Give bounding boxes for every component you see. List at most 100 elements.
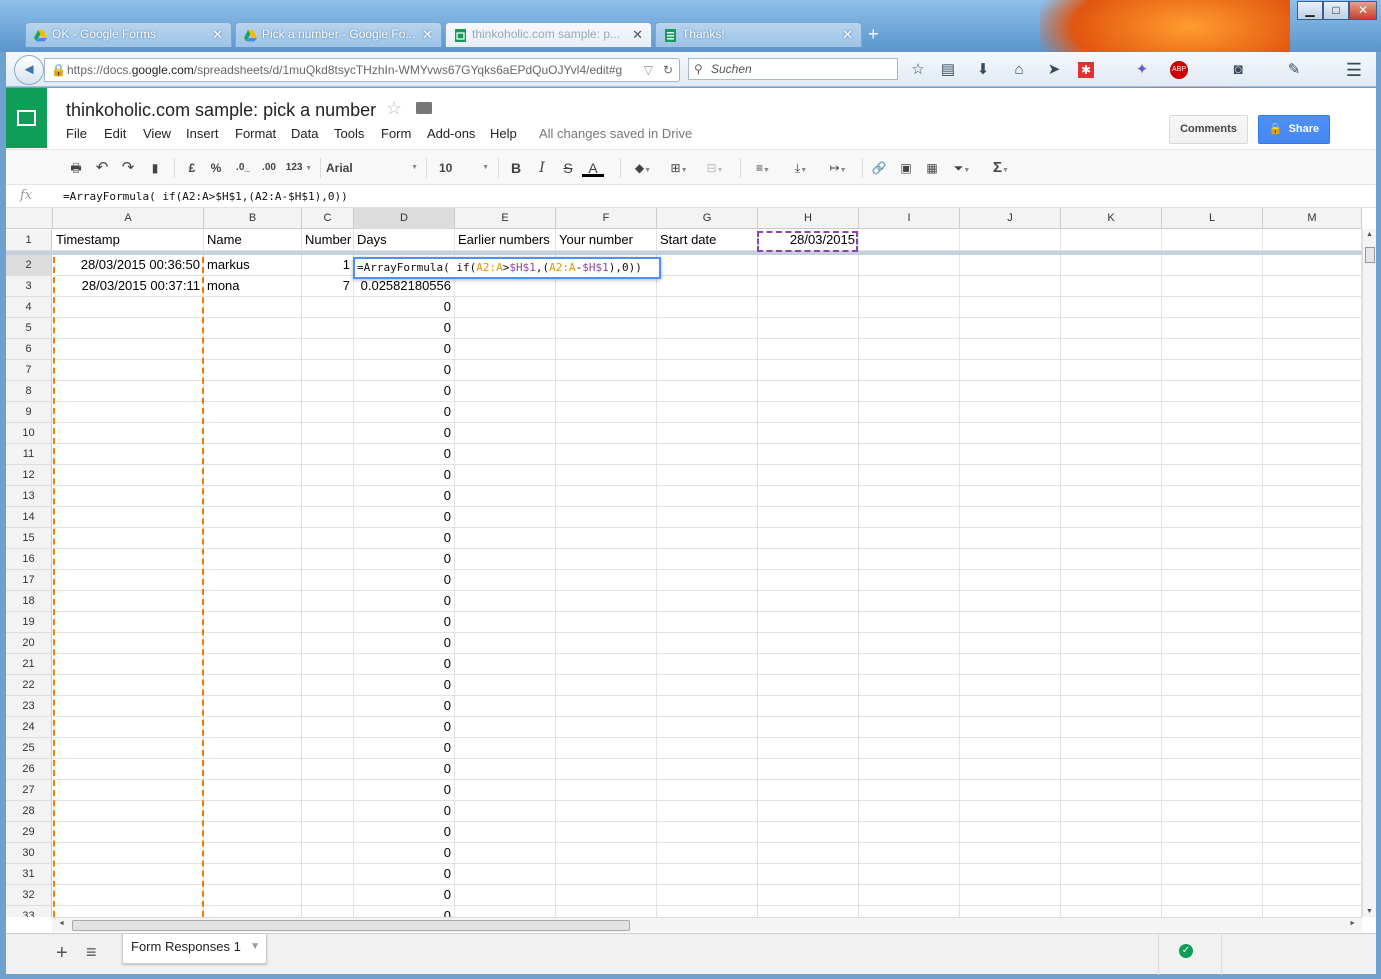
cell-c20[interactable]: [302, 633, 354, 654]
percent-format-button[interactable]: %: [206, 159, 226, 177]
row-header-7[interactable]: 7: [6, 360, 52, 381]
cell-d29[interactable]: 0: [354, 822, 455, 843]
cell-d31[interactable]: 0: [354, 864, 455, 885]
menu-insert[interactable]: Insert: [186, 126, 219, 141]
cell-j1[interactable]: [960, 230, 1061, 251]
close-icon[interactable]: ✕: [212, 23, 223, 46]
cell-g12[interactable]: [657, 465, 758, 486]
cell-f7[interactable]: [556, 360, 657, 381]
cell-k32[interactable]: [1061, 885, 1162, 906]
cell-m5[interactable]: [1263, 318, 1362, 339]
cell-editor[interactable]: =ArrayFormula( if(A2:A>$H$1,(A2:A-$H$1),…: [353, 257, 661, 279]
bookmark-star-icon[interactable]: ☆: [908, 60, 928, 80]
cell-d4[interactable]: 0: [354, 297, 455, 318]
cell-h10[interactable]: [758, 423, 859, 444]
column-header-j[interactable]: J: [960, 208, 1061, 229]
pocket-icon[interactable]: ▽: [644, 59, 653, 81]
cell-d15[interactable]: 0: [354, 528, 455, 549]
cell-m11[interactable]: [1263, 444, 1362, 465]
cell-f31[interactable]: [556, 864, 657, 885]
cell-g18[interactable]: [657, 591, 758, 612]
cell-l3[interactable]: [1162, 276, 1263, 297]
cell-m10[interactable]: [1263, 423, 1362, 444]
cell-l1[interactable]: [1162, 230, 1263, 251]
cell-j33[interactable]: [960, 906, 1061, 917]
cell-m18[interactable]: [1263, 591, 1362, 612]
cell-e1[interactable]: Earlier numbers: [455, 230, 556, 251]
cell-i12[interactable]: [859, 465, 960, 486]
cell-e5[interactable]: [455, 318, 556, 339]
sheets-logo[interactable]: [6, 88, 47, 148]
cell-g25[interactable]: [657, 738, 758, 759]
frozen-row-divider[interactable]: [6, 251, 1362, 255]
cell-j13[interactable]: [960, 486, 1061, 507]
cell-f11[interactable]: [556, 444, 657, 465]
star-icon[interactable]: ☆: [386, 98, 402, 119]
cell-e21[interactable]: [455, 654, 556, 675]
cell-l9[interactable]: [1162, 402, 1263, 423]
cell-b22[interactable]: [204, 675, 302, 696]
cell-f22[interactable]: [556, 675, 657, 696]
cell-k7[interactable]: [1061, 360, 1162, 381]
share-button[interactable]: 🔒 Share: [1258, 115, 1330, 144]
column-header-h[interactable]: H: [758, 208, 859, 229]
cell-f24[interactable]: [556, 717, 657, 738]
cell-j17[interactable]: [960, 570, 1061, 591]
row-header-29[interactable]: 29: [6, 822, 52, 843]
pocket-save-icon[interactable]: ◙: [1228, 60, 1248, 80]
cell-j4[interactable]: [960, 297, 1061, 318]
cell-l11[interactable]: [1162, 444, 1263, 465]
cell-k17[interactable]: [1061, 570, 1162, 591]
cell-c2[interactable]: 1: [302, 255, 354, 276]
column-header-m[interactable]: M: [1263, 208, 1362, 229]
column-header-f[interactable]: F: [556, 208, 657, 229]
cell-d25[interactable]: 0: [354, 738, 455, 759]
cell-g11[interactable]: [657, 444, 758, 465]
insert-comment-icon[interactable]: ▣: [896, 159, 916, 177]
row-header-8[interactable]: 8: [6, 381, 52, 402]
cell-j9[interactable]: [960, 402, 1061, 423]
cell-h18[interactable]: [758, 591, 859, 612]
cell-k28[interactable]: [1061, 801, 1162, 822]
cell-h15[interactable]: [758, 528, 859, 549]
cell-j26[interactable]: [960, 759, 1061, 780]
currency-format-button[interactable]: £: [182, 159, 202, 177]
cell-l26[interactable]: [1162, 759, 1263, 780]
cell-l14[interactable]: [1162, 507, 1263, 528]
cell-e28[interactable]: [455, 801, 556, 822]
increase-decimal-button[interactable]: .00: [258, 159, 280, 177]
cell-f30[interactable]: [556, 843, 657, 864]
cell-b33[interactable]: [204, 906, 302, 917]
cell-i8[interactable]: [859, 381, 960, 402]
cell-b9[interactable]: [204, 402, 302, 423]
cell-l19[interactable]: [1162, 612, 1263, 633]
decrease-decimal-button[interactable]: .0_: [232, 159, 254, 177]
cell-f15[interactable]: [556, 528, 657, 549]
cell-c24[interactable]: [302, 717, 354, 738]
cell-i21[interactable]: [859, 654, 960, 675]
cell-l28[interactable]: [1162, 801, 1263, 822]
cell-d11[interactable]: 0: [354, 444, 455, 465]
cell-b7[interactable]: [204, 360, 302, 381]
cell-f26[interactable]: [556, 759, 657, 780]
cell-k3[interactable]: [1061, 276, 1162, 297]
cell-j23[interactable]: [960, 696, 1061, 717]
cell-j21[interactable]: [960, 654, 1061, 675]
cell-g13[interactable]: [657, 486, 758, 507]
cell-b8[interactable]: [204, 381, 302, 402]
cell-f1[interactable]: Your number: [556, 230, 657, 251]
cell-h19[interactable]: [758, 612, 859, 633]
cell-c23[interactable]: [302, 696, 354, 717]
cell-e12[interactable]: [455, 465, 556, 486]
cell-i15[interactable]: [859, 528, 960, 549]
cell-j22[interactable]: [960, 675, 1061, 696]
cell-b17[interactable]: [204, 570, 302, 591]
cell-k4[interactable]: [1061, 297, 1162, 318]
cell-j16[interactable]: [960, 549, 1061, 570]
cell-c6[interactable]: [302, 339, 354, 360]
cell-c4[interactable]: [302, 297, 354, 318]
cell-g14[interactable]: [657, 507, 758, 528]
adblock-icon[interactable]: ABP: [1170, 61, 1188, 79]
cell-i14[interactable]: [859, 507, 960, 528]
cell-e3[interactable]: [455, 276, 556, 297]
